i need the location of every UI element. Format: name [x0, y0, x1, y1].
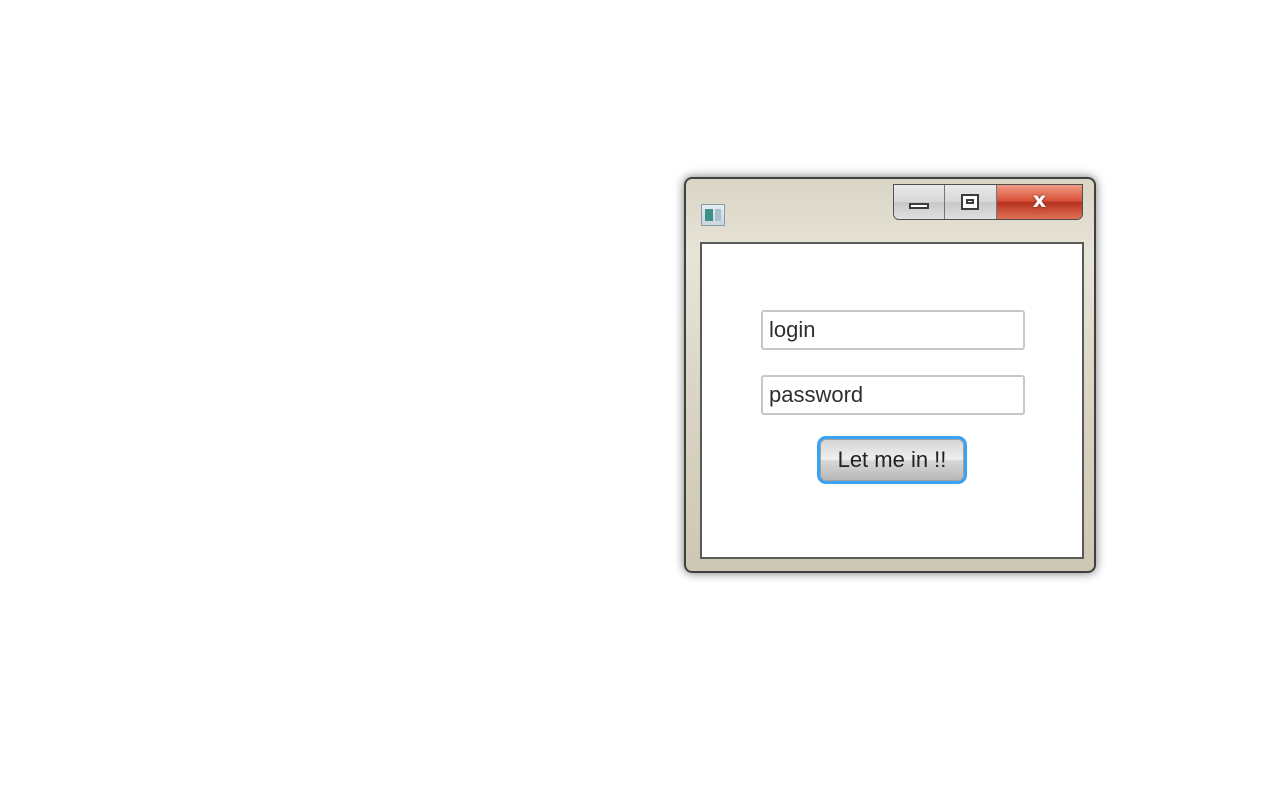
maximize-button[interactable] [945, 185, 997, 219]
close-icon: x [1032, 188, 1047, 212]
maximize-icon [961, 194, 980, 210]
window-caption-buttons: x [893, 184, 1083, 220]
minimize-icon [909, 203, 929, 209]
login-submit-button[interactable]: Let me in !! [817, 436, 967, 484]
close-button[interactable]: x [996, 185, 1082, 219]
password-input[interactable] [761, 375, 1025, 415]
minimize-button[interactable] [894, 185, 946, 219]
login-window: x Let me in !! [684, 177, 1096, 573]
window-title-bar[interactable]: x [686, 179, 1094, 239]
login-form-panel: Let me in !! [700, 242, 1084, 559]
login-input[interactable] [761, 310, 1025, 350]
application-icon [701, 204, 725, 226]
